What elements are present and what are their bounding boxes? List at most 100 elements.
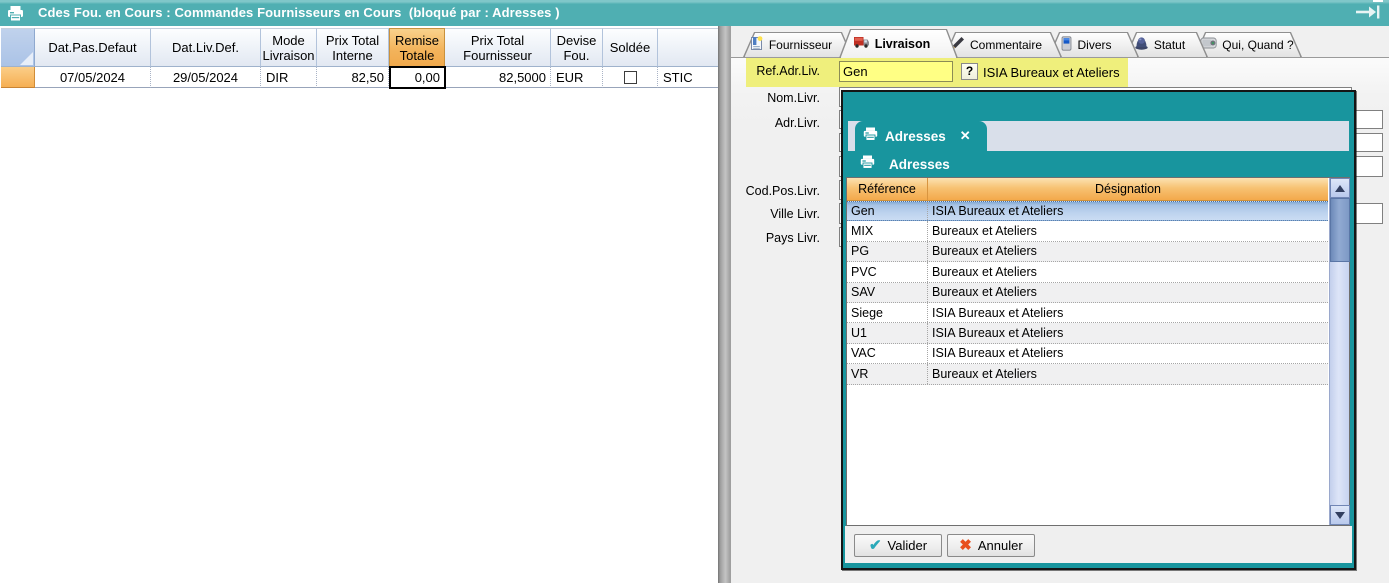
list-row[interactable]: SAV Bureaux et Ateliers (847, 283, 1328, 303)
grid-cell-soldee[interactable] (603, 67, 658, 88)
document-icon (750, 36, 764, 54)
tab-label: Fournisseur (769, 38, 832, 52)
grid-cell-dat-liv-def[interactable]: 29/05/2024 (151, 67, 261, 88)
grid-cell-remise-totale-selected[interactable]: 0,00 (389, 66, 446, 89)
ref-adr-liv-label: Ref.Adr.Liv. (735, 64, 820, 78)
ref-adr-liv-input[interactable] (839, 61, 953, 82)
list-scrollbar[interactable] (1329, 178, 1349, 525)
list-row[interactable]: VR Bureaux et Ateliers (847, 364, 1328, 384)
list-cell-designation: Bureaux et Ateliers (928, 283, 1328, 302)
list-cell-designation: Bureaux et Ateliers (928, 364, 1328, 383)
list-cell-reference: Gen (847, 202, 928, 220)
list-header-designation[interactable]: Désignation (928, 178, 1328, 201)
tab-label: Divers (1077, 38, 1111, 52)
detail-tabbar: Fournisseur (731, 26, 1389, 58)
close-icon[interactable]: ✕ (960, 128, 971, 144)
annuler-label: Annuler (978, 538, 1023, 553)
list-row[interactable]: PG Bureaux et Ateliers (847, 242, 1328, 262)
list-cell-reference: Siege (847, 303, 928, 322)
adr-livr-label: Adr.Livr. (735, 116, 820, 130)
list-cell-designation: Bureaux et Ateliers (928, 242, 1328, 261)
list-row[interactable]: U1 ISIA Bureaux et Ateliers (847, 323, 1328, 343)
cross-icon: ✖ (959, 541, 972, 551)
list-header-reference[interactable]: Référence (847, 178, 928, 201)
printer-icon (863, 127, 878, 146)
pays-livr-label: Pays Livr. (735, 231, 820, 245)
list-row[interactable]: Gen ISIA Bureaux et Ateliers (847, 201, 1328, 221)
list-cell-reference: MIX (847, 221, 928, 240)
panel-splitter[interactable] (718, 26, 731, 583)
tab-fournisseur[interactable]: Fournisseur (743, 32, 853, 57)
grid-cell-mode-livraison[interactable]: DIR (261, 67, 317, 88)
list-row[interactable]: VAC ISIA Bureaux et Ateliers (847, 344, 1328, 364)
scroll-down-button[interactable] (1330, 505, 1350, 525)
printer-icon (7, 5, 24, 27)
grid-column-header[interactable]: Dat.Pas.Defaut (35, 28, 151, 67)
arrow-down-icon (1335, 512, 1345, 519)
grid-cell-prix-total-fournisseur[interactable]: 82,5000 (445, 67, 551, 88)
tab-label: Commentaire (970, 38, 1042, 52)
tab-label: Qui, Quand ? (1222, 38, 1293, 52)
list-cell-designation: Bureaux et Ateliers (928, 262, 1328, 281)
list-cell-designation: ISIA Bureaux et Ateliers (928, 344, 1328, 363)
list-row[interactable]: Siege ISIA Bureaux et Ateliers (847, 303, 1328, 323)
popup-tabstrip: Adresses ✕ (848, 121, 1349, 151)
list-row[interactable]: PVC Bureaux et Ateliers (847, 262, 1328, 282)
printer-icon (860, 155, 875, 174)
grid-column-header[interactable]: Mode Livraison (261, 28, 317, 67)
list-cell-designation: ISIA Bureaux et Ateliers (928, 202, 1328, 220)
grid-column-header[interactable]: Prix Total Fournisseur (445, 28, 551, 67)
goto-end-icon[interactable] (1355, 4, 1381, 25)
ville-livr-label: Ville Livr. (735, 207, 820, 221)
list-cell-reference: U1 (847, 323, 928, 342)
popup-titlerow: Adresses (848, 151, 1349, 177)
window-titlebar: Cdes Fou. en Cours : Commandes Fournisse… (0, 0, 1389, 26)
check-icon: ✔ (869, 541, 882, 551)
list-cell-designation: ISIA Bureaux et Ateliers (928, 323, 1328, 342)
tab-livraison[interactable]: Livraison (839, 29, 958, 58)
grid-cell-dat-pas-defaut[interactable]: 07/05/2024 (35, 67, 151, 88)
tab-qui-quand[interactable]: Qui, Quand ? (1194, 32, 1302, 57)
list-cell-designation: ISIA Bureaux et Ateliers (928, 303, 1328, 322)
ref-designation-text: ISIA Bureaux et Ateliers (983, 65, 1120, 80)
grid-column-header[interactable]: Soldée (603, 28, 658, 67)
cod-pos-livr-label: Cod.Pos.Livr. (734, 184, 820, 198)
popup-footer: ✔ Valider ✖ Annuler (845, 526, 1352, 563)
popup-tab-adresses[interactable]: Adresses ✕ (855, 121, 987, 151)
scroll-up-button[interactable] (1330, 178, 1350, 198)
list-cell-reference: PVC (847, 262, 928, 281)
soldee-checkbox[interactable] (624, 71, 637, 84)
grid-cell-code[interactable]: STIC (658, 67, 719, 88)
grid-row-selector[interactable] (1, 67, 35, 88)
nom-livr-label: Nom.Livr. (735, 91, 820, 105)
grid-column-header[interactable]: Dat.Liv.Def. (151, 28, 261, 67)
scrollbar-thumb[interactable] (1330, 198, 1350, 262)
popup-title: Adresses (889, 157, 950, 172)
list-row[interactable]: MIX Bureaux et Ateliers (847, 221, 1328, 241)
adresses-popup: Adresses ✕ Adresses Référence Désignatio… (841, 90, 1356, 570)
grid-column-header[interactable]: Devise Fou. (551, 28, 603, 67)
select-all-triangle-icon (20, 52, 33, 65)
help-button[interactable]: ? (961, 63, 978, 80)
grid-cell-devise-fou[interactable]: EUR (551, 67, 603, 88)
grid-select-all-corner[interactable] (1, 28, 35, 67)
tab-commentaire[interactable]: Commentaire (944, 32, 1062, 57)
list-cell-designation: Bureaux et Ateliers (928, 221, 1328, 240)
valider-label: Valider (888, 538, 928, 553)
list-cell-reference: VR (847, 364, 928, 383)
tab-label: Livraison (875, 37, 931, 51)
app-window: Cdes Fou. en Cours : Commandes Fournisse… (0, 0, 1389, 583)
orders-grid: Dat.Pas.Defaut Dat.Liv.Def. Mode Livrais… (0, 28, 719, 89)
annuler-button[interactable]: ✖ Annuler (947, 534, 1035, 557)
grid-column-header[interactable]: Prix Total Interne (317, 28, 389, 67)
valider-button[interactable]: ✔ Valider (854, 534, 942, 557)
list-cell-reference: PG (847, 242, 928, 261)
arrow-up-icon (1335, 185, 1345, 192)
list-cell-reference: SAV (847, 283, 928, 302)
grid-column-header-highlighted[interactable]: Remise Totale (389, 28, 445, 67)
truck-icon (853, 35, 870, 52)
device-icon (1061, 36, 1072, 54)
titlebar-notch (1373, 0, 1383, 2)
grid-column-header[interactable] (658, 28, 719, 67)
grid-cell-prix-total-interne[interactable]: 82,50 (317, 67, 389, 88)
